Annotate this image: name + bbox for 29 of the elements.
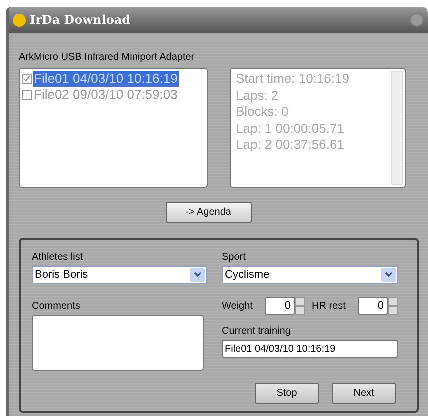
checkbox[interactable] xyxy=(22,90,32,100)
detail-line: Lap: 1 00:00:05.71 xyxy=(236,120,346,137)
checkbox[interactable] xyxy=(22,74,32,84)
athletes-dropdown[interactable]: Boris Boris xyxy=(32,266,207,284)
athletes-label: Athletes list xyxy=(32,251,84,265)
number-field[interactable]: 0 xyxy=(358,297,388,315)
adapter-label: ArkMicro USB Infrared Miniport Adapter xyxy=(19,51,196,65)
app-icon xyxy=(13,14,26,26)
weight-label: Weight xyxy=(222,300,254,314)
window-title: IrDa Download xyxy=(30,12,130,29)
dialog-button[interactable]: Stop xyxy=(255,383,319,404)
comments-label: Comments xyxy=(32,300,82,314)
current-training-field[interactable]: File01 04/03/10 10:16:19 xyxy=(222,340,398,358)
comments-field[interactable] xyxy=(32,315,204,371)
current-training-label: Current training xyxy=(222,325,292,339)
scrollbar[interactable] xyxy=(391,71,403,185)
detail-line: Blocks: 0 xyxy=(236,104,290,120)
detail-line: Start time: 10:16:19 xyxy=(236,71,350,88)
dialog-button[interactable]: Next xyxy=(332,383,396,404)
detail-line: Laps: 2 xyxy=(236,88,280,104)
hr-rest-label: HR rest xyxy=(312,300,347,314)
detail-line: Lap: 2 00:37:56.61 xyxy=(236,137,346,154)
spinner-arrows-icon[interactable] xyxy=(295,297,305,315)
close-button[interactable] xyxy=(410,13,424,27)
sport-dropdown[interactable]: Cyclisme xyxy=(222,266,398,284)
spinner-arrows-icon[interactable] xyxy=(388,297,398,315)
agenda-button[interactable]: -> Agenda xyxy=(166,202,252,223)
sport-label: Sport xyxy=(222,251,247,265)
number-field[interactable]: 0 xyxy=(265,297,295,315)
